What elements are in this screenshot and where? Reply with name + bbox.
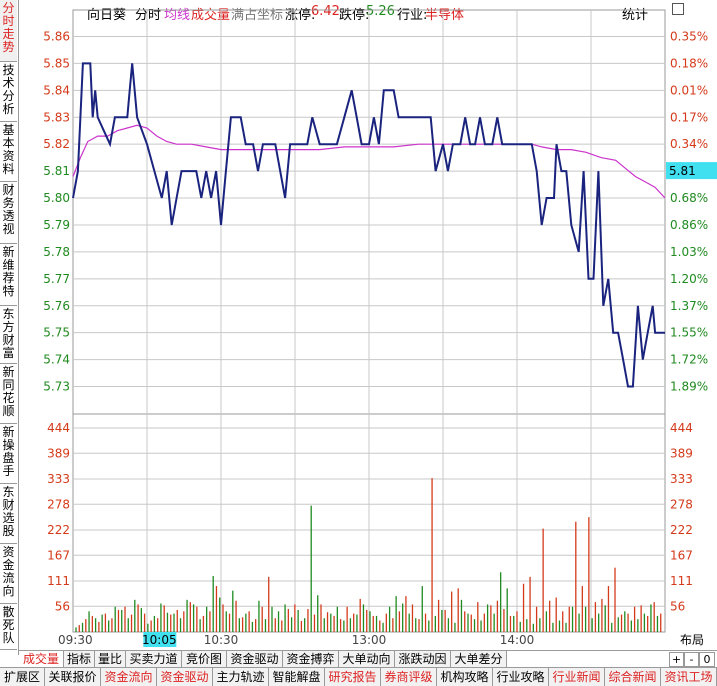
percent-tick-label: 0.86% [670,218,708,232]
time-tick-label: 10:30 [204,633,239,647]
tab-volume[interactable]: 成交量 [19,651,64,668]
time-axis: 09:30 10:05 10:30 13:00 14:00 [58,632,534,647]
volume-tick-label-right: 333 [670,472,693,486]
time-tick-label: 14:00 [500,633,535,647]
extension-tab-row: 扩展区 关联报价 资金流向 资金驱动 主力轨迹 智能解盘 研究报告 券商评级 机… [0,667,717,686]
tab-buy-sell-power[interactable]: 买卖力道 [126,651,182,668]
btab-smart-analysis[interactable]: 智能解盘 [269,668,325,686]
btab-industry-strategy[interactable]: 行业攻略 [493,668,549,686]
volume-tick-label-right: 444 [670,421,693,435]
tab-fund-driver[interactable]: 资金驱动 [227,651,283,668]
indicator-tab-row: 成交量 指标 量比 买卖力道 竞价图 资金驱动 资金搏弈 大单动向 涨跌动因 大… [19,650,717,668]
volume-axis-left: 444 389 333 278 222 167 111 56 [47,421,70,613]
price-tick-label: 5.84 [43,83,70,97]
btab-institution[interactable]: 机构攻略 [437,668,493,686]
tab-volume-ratio[interactable]: 量比 [95,651,126,668]
price-tick-label: 5.78 [43,245,70,259]
percent-tick-label: 1.89% [670,380,708,394]
tab-fund-game[interactable]: 资金搏弈 [283,651,339,668]
percent-tick-label: 0.34% [670,137,708,151]
btab-general-news[interactable]: 综合新闻 [605,668,661,686]
tab-big-order-trend[interactable]: 大单动向 [339,651,395,668]
percent-tick-label: 1.72% [670,353,708,367]
percent-tick-label: 0.17% [670,110,708,124]
price-tick-label: 5.74 [43,353,70,367]
time-tick-label: 09:30 [58,633,93,647]
tab-price-drivers[interactable]: 涨跌动因 [395,651,451,668]
volume-tick-label-right: 389 [670,446,693,460]
price-tick-label: 5.83 [43,110,70,124]
price-tick-label: 5.73 [43,380,70,394]
volume-tick-label-right: 111 [670,574,693,588]
time-tick-label: 13:00 [352,633,387,647]
current-price-label: 5.81 [669,164,696,178]
btab-fund-flow[interactable]: 资金流向 [101,668,157,686]
volume-axis-right: 444 389 333 278 222 167 111 56 [670,421,693,613]
time-tick-label: 10:05 [142,633,177,647]
percent-tick-label: 1.20% [670,272,708,286]
volume-tick-label: 333 [47,472,70,486]
price-tick-label: 5.79 [43,218,70,232]
volume-tick-label: 278 [47,497,70,511]
price-tick-label: 5.82 [43,137,70,151]
current-price-marker: 5.81 [666,162,717,180]
reset-button[interactable]: 0 [699,652,715,667]
price-tick-label: 5.86 [43,29,70,43]
volume-tick-label: 444 [47,421,70,435]
percent-tick-label: 0.35% [670,29,708,43]
price-tick-label: 5.77 [43,272,70,286]
price-tick-label: 5.85 [43,56,70,70]
btab-industry-news[interactable]: 行业新闻 [549,668,605,686]
tab-big-order-diff[interactable]: 大单差分 [451,651,507,668]
percent-tick-label: 0.68% [670,191,708,205]
layout-button[interactable]: 布局 [668,632,716,649]
volume-tick-label: 222 [47,523,70,537]
volume-tick-label-right: 278 [670,497,693,511]
btab-research[interactable]: 研究报告 [325,668,381,686]
price-tick-label: 5.76 [43,299,70,313]
percent-tick-label: 0.18% [670,56,708,70]
percent-tick-label: 1.03% [670,245,708,259]
zoom-out-button[interactable]: - [684,652,699,667]
btab-broker-rating[interactable]: 券商评级 [381,668,437,686]
price-axis-left: 5.86 5.85 5.84 5.83 5.82 5.81 5.80 5.79 5.78 5.77… [43,29,70,393]
price-tick-label: 5.75 [43,326,70,340]
volume-tick-label-right: 222 [670,523,693,537]
volume-tick-label: 389 [47,446,70,460]
percent-tick-label: 1.55% [670,326,708,340]
percent-tick-label: 0.01% [670,83,708,97]
tab-auction[interactable]: 竞价图 [182,651,227,668]
volume-tick-label: 56 [55,599,70,613]
tab-indicator[interactable]: 指标 [64,651,95,668]
btab-main-force[interactable]: 主力轨迹 [213,668,269,686]
price-tick-label: 5.80 [43,191,70,205]
volume-tick-label: 167 [47,548,70,562]
zoom-in-button[interactable]: + [669,652,684,667]
btab-related-quotes[interactable]: 关联报价 [45,668,101,686]
volume-tick-label: 111 [47,574,70,588]
percent-axis-right: 0.35%0.18%0.01%0.17%0.34%0.51%0.68%0.86%… [670,29,708,393]
btab-info-workshop[interactable]: 资讯工场 [661,668,717,686]
volume-tick-label-right: 167 [670,548,693,562]
percent-tick-label: 1.37% [670,299,708,313]
btab-fund-driver[interactable]: 资金驱动 [157,668,213,686]
btab-extension[interactable]: 扩展区 [0,668,45,686]
volume-tick-label-right: 56 [670,599,685,613]
price-tick-label: 5.81 [43,164,70,178]
intraday-chart[interactable]: 5.86 5.85 5.84 5.83 5.82 5.81 5.80 5.79 5.78 5.77… [0,0,717,685]
